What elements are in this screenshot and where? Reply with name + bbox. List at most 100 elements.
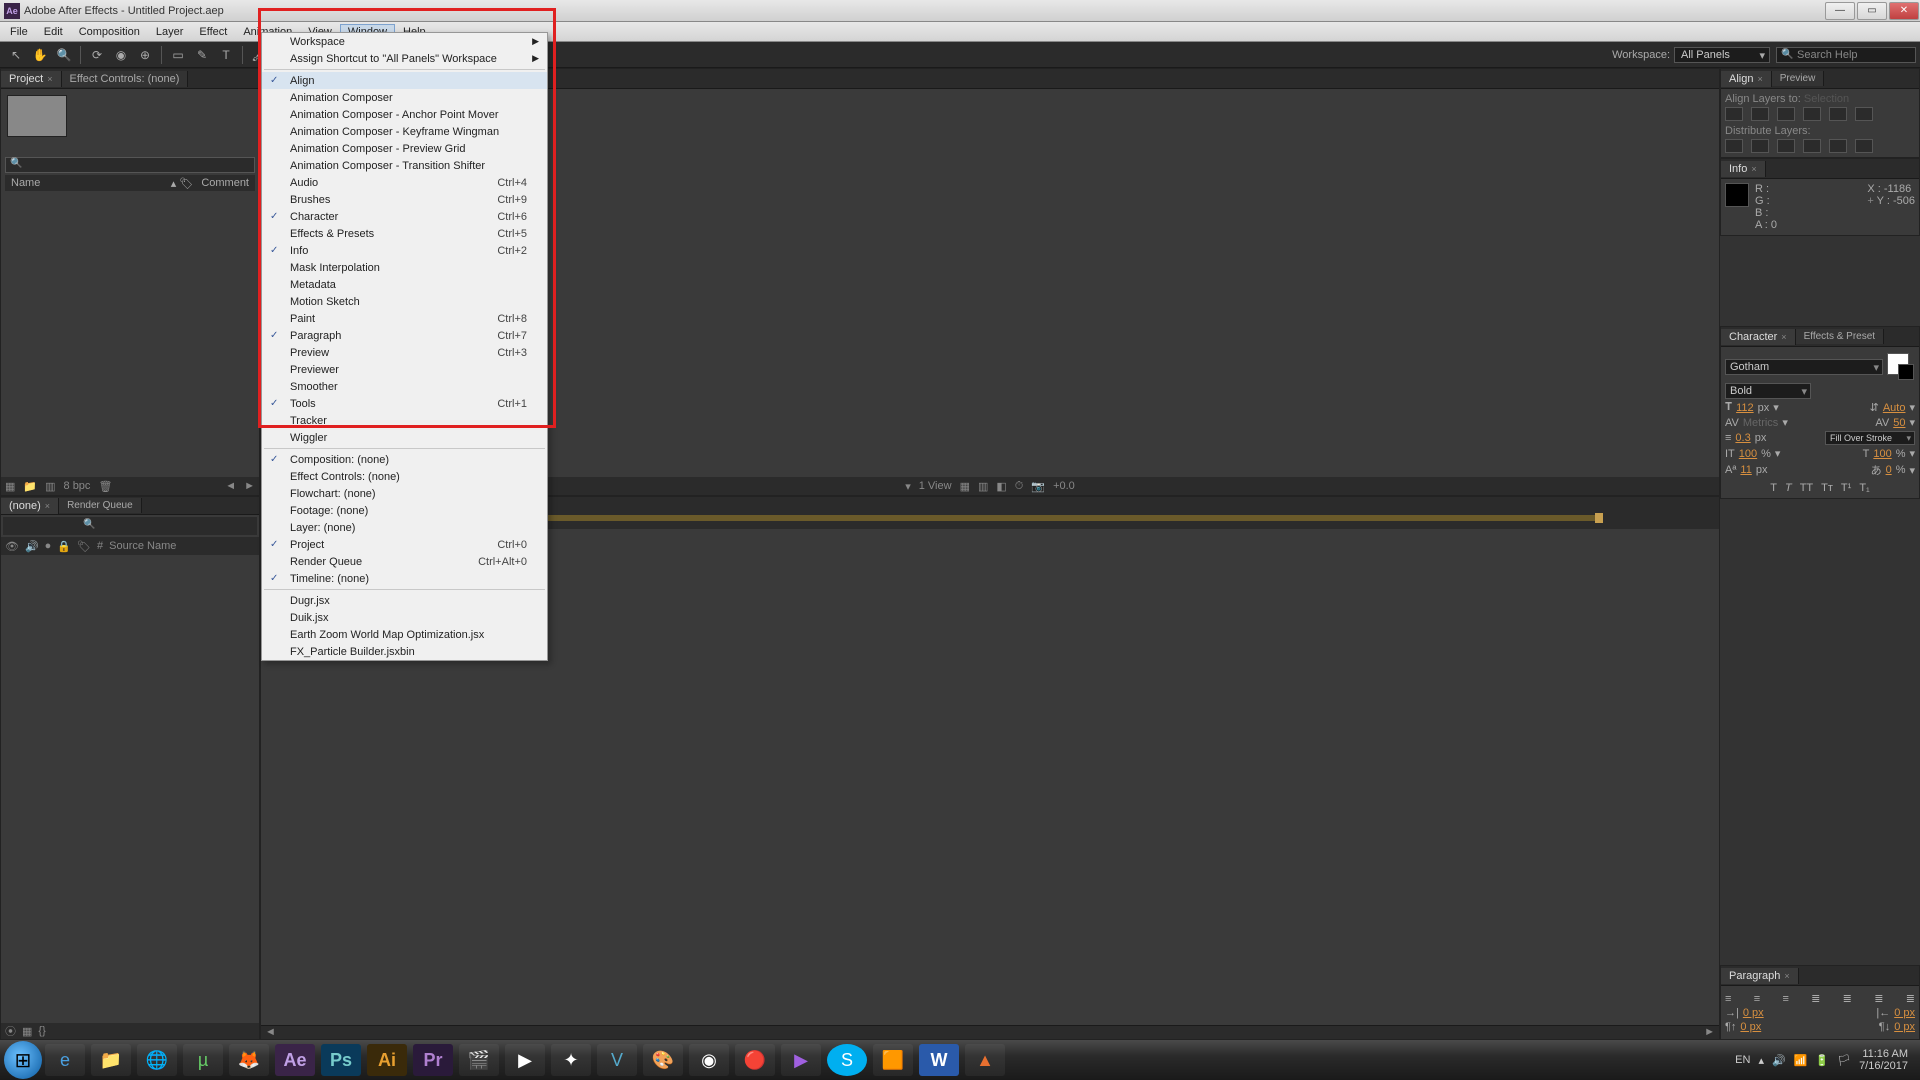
- grid-icon[interactable]: ▦: [960, 480, 970, 493]
- speaker-icon[interactable]: 🔊: [25, 540, 39, 553]
- menu-item-layer-none-[interactable]: Layer: (none): [262, 519, 547, 536]
- info-tab[interactable]: Info×: [1721, 161, 1766, 177]
- dist-top-icon[interactable]: [1725, 139, 1743, 153]
- menu-item-paragraph[interactable]: ✓ParagraphCtrl+7: [262, 327, 547, 344]
- menu-item-animation-composer-transition-shifter[interactable]: Animation Composer - Transition Shifter: [262, 157, 547, 174]
- label-icon[interactable]: 🏷: [77, 540, 91, 553]
- menu-item-effects-presets[interactable]: Effects & PresetsCtrl+5: [262, 225, 547, 242]
- camera-icon[interactable]: 📷: [1031, 480, 1045, 493]
- start-button[interactable]: ⊞: [4, 1041, 42, 1079]
- superscript-icon[interactable]: T¹: [1841, 482, 1851, 494]
- align-hcenter-icon[interactable]: [1751, 107, 1769, 121]
- project-tab[interactable]: Project×: [1, 71, 62, 87]
- justify-all-icon[interactable]: ≣: [1906, 992, 1915, 1005]
- eye-icon[interactable]: 👁: [5, 540, 19, 553]
- indent-left-value[interactable]: 0 px: [1743, 1007, 1764, 1019]
- tray-arrow-icon[interactable]: ▴: [1758, 1054, 1764, 1067]
- tag-icon[interactable]: ▴ 🏷: [171, 177, 194, 190]
- align-left-text-icon[interactable]: ≡: [1725, 993, 1731, 1005]
- app2-icon[interactable]: 🔴: [735, 1044, 775, 1076]
- brace-icon[interactable]: {}: [38, 1025, 45, 1037]
- minimize-button[interactable]: —: [1825, 2, 1855, 20]
- menu-item-animation-composer-keyframe-wingman[interactable]: Animation Composer - Keyframe Wingman: [262, 123, 547, 140]
- zoom-tool-icon[interactable]: 🔍: [54, 45, 74, 65]
- col-name[interactable]: Name: [11, 177, 171, 189]
- source-name-col[interactable]: Source Name: [109, 540, 176, 552]
- dist-vcenter-icon[interactable]: [1751, 139, 1769, 153]
- utorrent-icon[interactable]: µ: [183, 1044, 223, 1076]
- effects-presets-tab[interactable]: Effects & Preset: [1796, 329, 1885, 344]
- menu-item-timeline-none-[interactable]: ✓Timeline: (none): [262, 570, 547, 587]
- menu-item-earth-zoom-world-map-optimization-jsx[interactable]: Earth Zoom World Map Optimization.jsx: [262, 626, 547, 643]
- menu-item-info[interactable]: ✓InfoCtrl+2: [262, 242, 547, 259]
- dist-hcenter-icon[interactable]: [1829, 139, 1847, 153]
- align-vcenter-icon[interactable]: [1829, 107, 1847, 121]
- align-tab[interactable]: Align×: [1721, 71, 1772, 87]
- font-family-dropdown[interactable]: Gotham: [1725, 359, 1883, 375]
- toggle-switches-icon[interactable]: ⦿: [5, 1023, 16, 1039]
- menu-item-brushes[interactable]: BrushesCtrl+9: [262, 191, 547, 208]
- menu-item-mask-interpolation[interactable]: Mask Interpolation: [262, 259, 547, 276]
- mag-icon[interactable]: ▾: [905, 480, 911, 493]
- paint-icon[interactable]: 🎨: [643, 1044, 683, 1076]
- illustrator-icon[interactable]: Ai: [367, 1044, 407, 1076]
- app1-icon[interactable]: ◉: [689, 1044, 729, 1076]
- workarea-end-handle[interactable]: [1595, 513, 1603, 523]
- project-search[interactable]: [5, 157, 255, 173]
- small-caps-icon[interactable]: Tᴛ: [1821, 482, 1833, 494]
- tracking-value[interactable]: 50: [1893, 417, 1905, 429]
- effect-controls-tab[interactable]: Effect Controls: (none): [62, 71, 189, 87]
- media-player-icon[interactable]: ▶: [505, 1044, 545, 1076]
- dist-right-icon[interactable]: [1855, 139, 1873, 153]
- comp-icon[interactable]: ▥: [45, 480, 55, 493]
- camera-tool-icon[interactable]: ◉: [111, 45, 131, 65]
- anchor-tool-icon[interactable]: ⊕: [135, 45, 155, 65]
- menu-file[interactable]: File: [2, 24, 36, 40]
- all-caps-icon[interactable]: TT: [1800, 482, 1813, 494]
- app4-icon[interactable]: 🟧: [873, 1044, 913, 1076]
- menu-item-animation-composer[interactable]: Animation Composer: [262, 89, 547, 106]
- flag-icon[interactable]: 🏳: [1837, 1054, 1851, 1067]
- menu-effect[interactable]: Effect: [191, 24, 235, 40]
- interpret-icon[interactable]: ▦: [5, 480, 15, 493]
- text-tool-icon[interactable]: T: [216, 45, 236, 65]
- menu-item-composition-none-[interactable]: ✓Composition: (none): [262, 451, 547, 468]
- menu-item-tools[interactable]: ✓ToolsCtrl+1: [262, 395, 547, 412]
- workspace-dropdown[interactable]: All Panels: [1674, 47, 1770, 63]
- dist-bottom-icon[interactable]: [1777, 139, 1795, 153]
- character-tab[interactable]: Character×: [1721, 329, 1796, 345]
- scroll-right-icon[interactable]: ►: [244, 480, 255, 492]
- menu-item-fx-particle-builder-jsxbin[interactable]: FX_Particle Builder.jsxbin: [262, 643, 547, 660]
- menu-item-animation-composer-preview-grid[interactable]: Animation Composer - Preview Grid: [262, 140, 547, 157]
- skype-icon[interactable]: S: [827, 1044, 867, 1076]
- menu-item-wiggler[interactable]: Wiggler: [262, 429, 547, 446]
- kerning-value[interactable]: Metrics: [1743, 417, 1778, 429]
- lock-icon[interactable]: 🔒: [57, 540, 71, 553]
- menu-layer[interactable]: Layer: [148, 24, 192, 40]
- menu-item-workspace[interactable]: Workspace▶: [262, 33, 547, 50]
- menu-item-tracker[interactable]: Tracker: [262, 412, 547, 429]
- view-select[interactable]: 1 View: [919, 480, 952, 492]
- menu-item-character[interactable]: ✓CharacterCtrl+6: [262, 208, 547, 225]
- toggle-modes-icon[interactable]: ▦: [22, 1025, 32, 1038]
- align-left-icon[interactable]: [1725, 107, 1743, 121]
- firefox-icon[interactable]: 🦊: [229, 1044, 269, 1076]
- indent-right-value[interactable]: 0 px: [1894, 1007, 1915, 1019]
- hscale-value[interactable]: 100: [1873, 448, 1891, 460]
- align-right-text-icon[interactable]: ≡: [1782, 993, 1788, 1005]
- leading-value[interactable]: Auto: [1883, 402, 1906, 414]
- align-top-icon[interactable]: [1803, 107, 1821, 121]
- baseline-value[interactable]: 11: [1740, 464, 1751, 476]
- battery-icon[interactable]: 🔋: [1815, 1054, 1829, 1067]
- timeline-search[interactable]: [3, 517, 257, 535]
- menu-composition[interactable]: Composition: [71, 24, 148, 40]
- tsume-value[interactable]: 0: [1886, 464, 1892, 476]
- vlc-icon[interactable]: ▲: [965, 1044, 1005, 1076]
- paragraph-tab[interactable]: Paragraph×: [1721, 968, 1799, 984]
- stroke-color-swatch[interactable]: [1898, 364, 1914, 380]
- timeline-tab-render[interactable]: Render Queue: [59, 498, 142, 513]
- maximize-button[interactable]: ▭: [1857, 2, 1887, 20]
- align-right-icon[interactable]: [1777, 107, 1795, 121]
- menu-item-previewer[interactable]: Previewer: [262, 361, 547, 378]
- timeline-scrollbar[interactable]: ◄ ►: [261, 1025, 1719, 1039]
